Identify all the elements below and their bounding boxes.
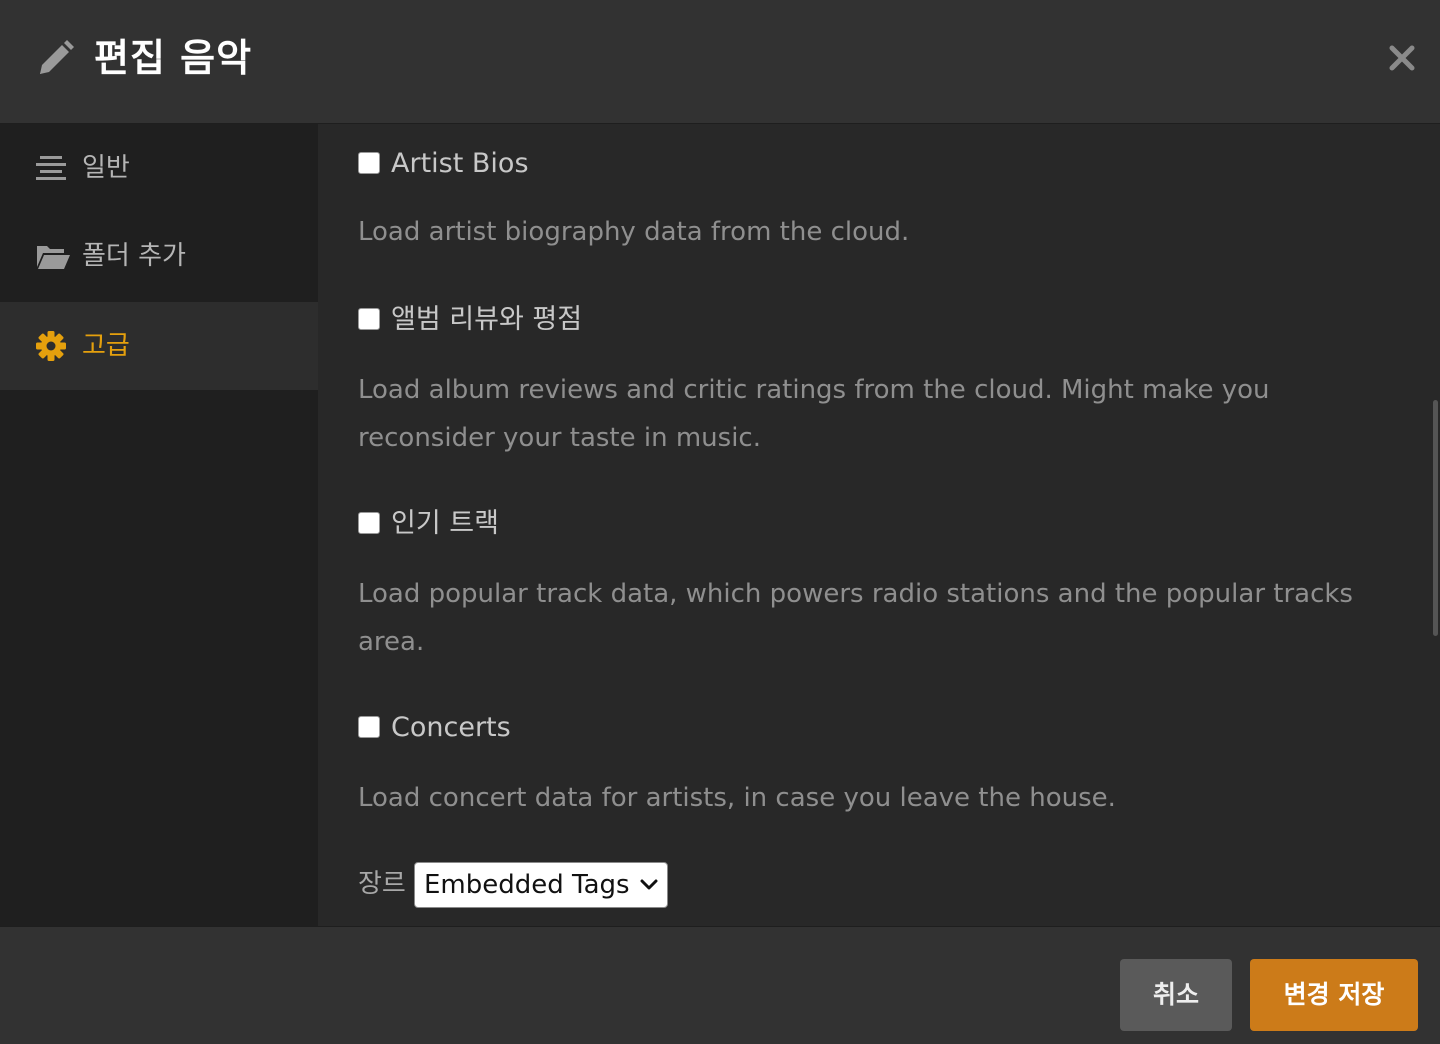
option-description: Load album reviews and critic ratings fr… <box>358 375 1270 453</box>
option-label: 인기 트랙 <box>391 508 499 539</box>
edit-music-modal: 편집 음악 일반 폴더 추가 고급 Artist Bios Load artis… <box>0 0 1440 1044</box>
album-reviews-checkbox[interactable] <box>358 308 380 330</box>
pencil-icon <box>40 40 74 74</box>
option-description: Load concert data for artists, in case y… <box>358 783 1116 813</box>
option-label: Artist Bios <box>391 148 529 179</box>
sidebar-item-add-folder[interactable]: 폴더 추가 <box>0 212 318 300</box>
genre-label: 장르 <box>358 869 406 899</box>
genre-select-value: Embedded Tags <box>424 870 630 900</box>
option-label: Concerts <box>391 712 511 743</box>
cancel-button[interactable]: 취소 <box>1120 959 1232 1031</box>
chevron-down-icon <box>640 879 658 890</box>
scrollbar[interactable] <box>1433 400 1438 636</box>
artist-bios-checkbox[interactable] <box>358 152 380 174</box>
option-description: Load popular track data, which powers ra… <box>358 579 1353 657</box>
concerts-checkbox[interactable] <box>358 716 380 738</box>
sidebar-item-label: 폴더 추가 <box>82 241 186 271</box>
advanced-settings-panel: Artist Bios Load artist biography data f… <box>318 124 1440 926</box>
align-center-icon <box>36 156 66 180</box>
option-description: Load artist biography data from the clou… <box>358 217 910 247</box>
sidebar-item-general[interactable]: 일반 <box>0 124 318 212</box>
genre-select[interactable]: Embedded Tags <box>414 862 668 908</box>
modal-footer: 취소 변경 저장 <box>0 926 1440 1044</box>
sidebar-item-advanced[interactable]: 고급 <box>0 302 318 390</box>
sidebar-item-label: 고급 <box>82 331 130 361</box>
option-label: 앨범 리뷰와 평점 <box>391 304 583 335</box>
modal-header: 편집 음악 <box>0 0 1440 124</box>
modal-title: 편집 음악 <box>94 36 253 80</box>
folder-open-icon <box>37 246 70 269</box>
sidebar: 일반 폴더 추가 고급 <box>0 124 318 926</box>
close-icon[interactable] <box>1384 40 1420 76</box>
save-changes-button[interactable]: 변경 저장 <box>1250 959 1418 1031</box>
sidebar-item-label: 일반 <box>82 153 130 183</box>
popular-tracks-checkbox[interactable] <box>358 512 380 534</box>
gear-icon <box>36 331 66 361</box>
